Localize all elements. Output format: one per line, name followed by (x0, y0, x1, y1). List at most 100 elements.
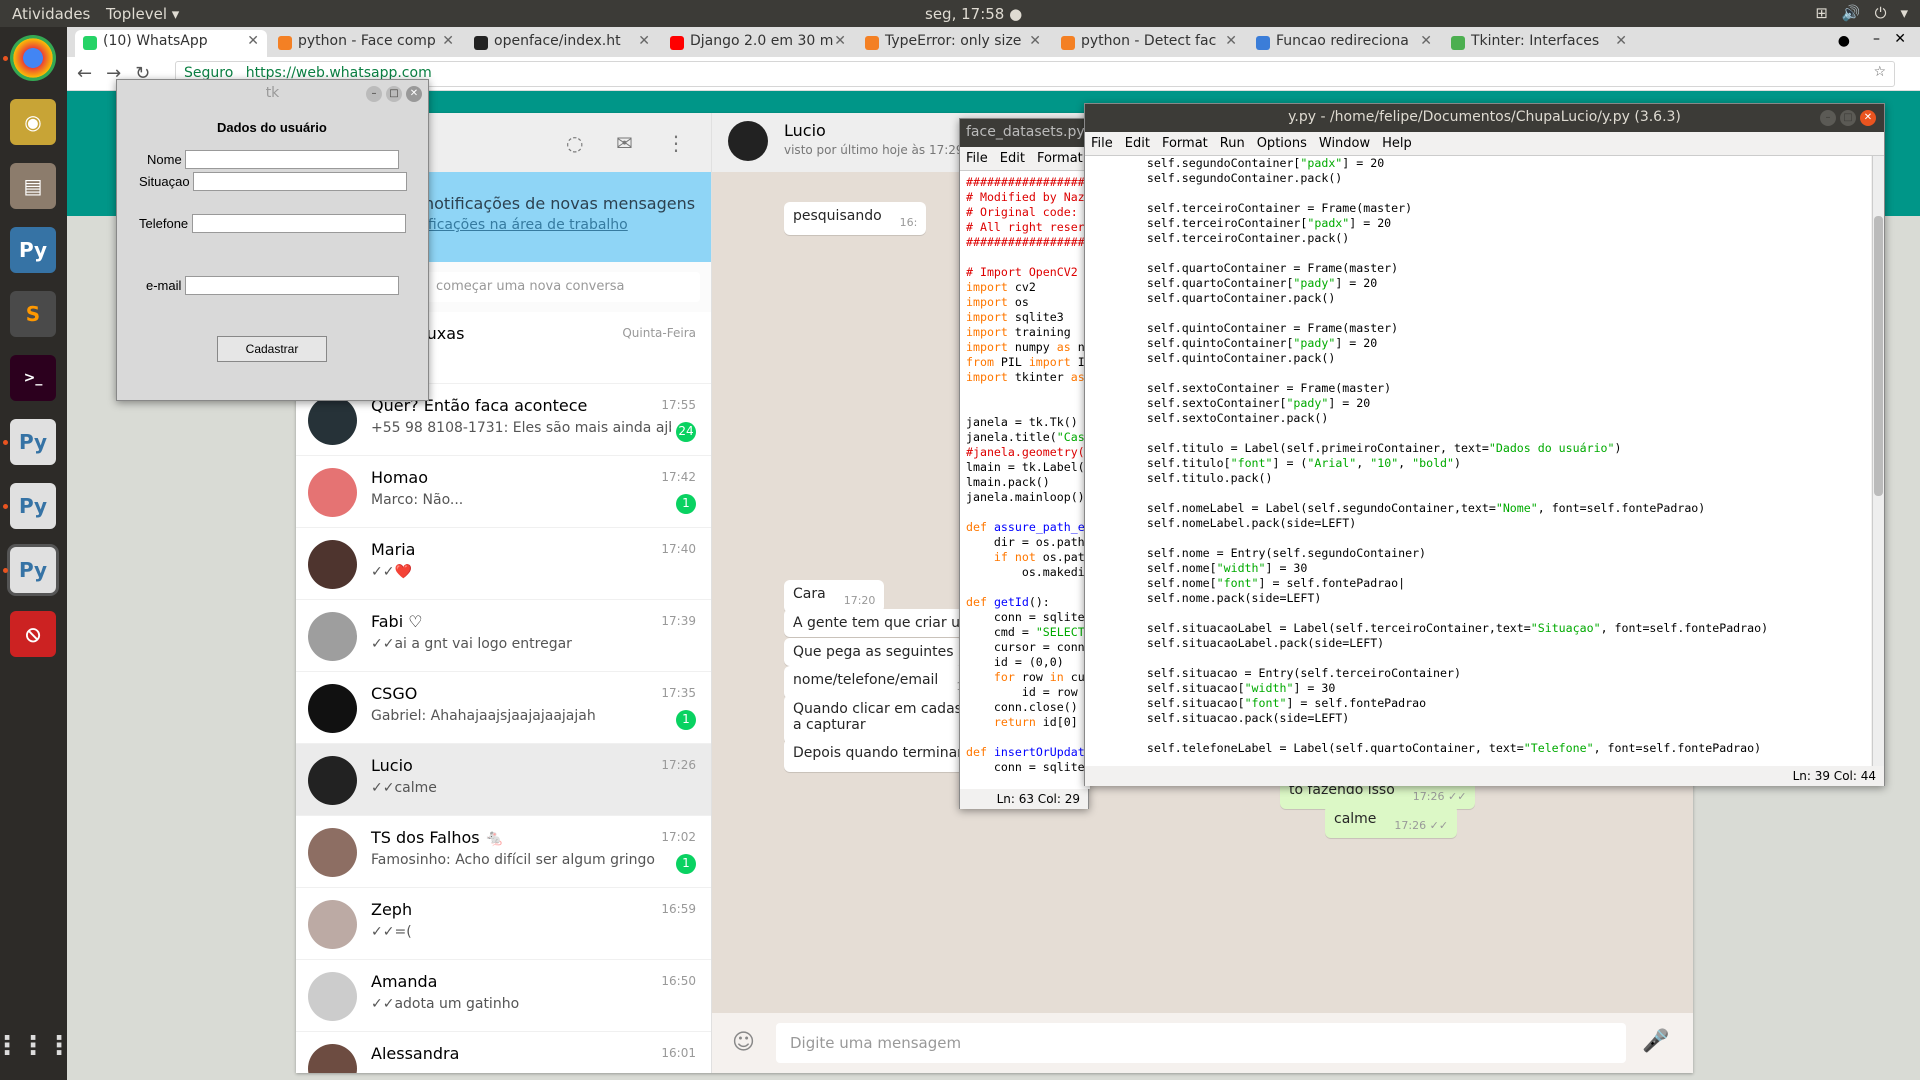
tk-window: tk – □ ✕ Dados do usuário Nome Situaçao … (116, 79, 429, 401)
minimize-icon[interactable]: – (1873, 31, 1880, 47)
chat-time: Quinta-Feira (622, 326, 696, 340)
message-bubble[interactable]: A gente tem que criar u (784, 609, 969, 637)
close-icon[interactable]: ✕ (1225, 33, 1237, 49)
menu-edit[interactable]: Edit (1125, 136, 1150, 151)
close-icon[interactable]: ✕ (406, 86, 422, 102)
code-area[interactable]: ################### # Modified by Naz # … (960, 171, 1090, 789)
activities-button[interactable]: Atividades (12, 5, 90, 23)
close-icon[interactable]: ✕ (638, 33, 650, 49)
editor-titlebar[interactable]: face_datasets.py (960, 119, 1088, 147)
idle-icon[interactable]: Py (10, 547, 56, 593)
nome-field[interactable] (185, 150, 399, 169)
menu-icon[interactable]: ⋮ (666, 131, 686, 155)
chat-item[interactable]: Lucio 17:26 ✓✓calme (296, 744, 711, 816)
sublime-icon[interactable]: S (10, 291, 56, 337)
tab-4[interactable]: TypeError: only size ✕ (857, 30, 1049, 57)
close-icon[interactable]: ✕ (1860, 110, 1876, 126)
tk-titlebar[interactable]: tk – □ ✕ (117, 80, 428, 108)
app-menu[interactable]: Toplevel ▾ (106, 5, 179, 23)
message-time: 17:26 ✓✓ (1412, 790, 1467, 803)
chrome-icon[interactable] (10, 35, 56, 81)
app-grid-icon[interactable]: ⋮⋮⋮ (0, 1023, 72, 1069)
contact-name: Lucio (784, 121, 826, 140)
menu-window[interactable]: Window (1319, 136, 1370, 151)
close-icon[interactable]: ✕ (247, 33, 259, 49)
minimize-icon[interactable]: – (366, 86, 382, 102)
idle-icon[interactable]: Py (10, 483, 56, 529)
terminal-icon[interactable]: >_ (10, 355, 56, 401)
close-icon[interactable]: ✕ (1420, 33, 1432, 49)
chat-preview: Marco: Não... (371, 492, 464, 508)
chat-item[interactable]: Maria 17:40 ✓✓❤️ (296, 528, 711, 600)
chat-item[interactable]: Zeph 16:59 ✓✓=( (296, 888, 711, 960)
code-area[interactable]: self.segundoContainer["padx"] = 20 self.… (1085, 156, 1871, 766)
message-bubble[interactable]: calme 17:26 ✓✓ (1325, 805, 1458, 838)
user-icon[interactable]: ● (1838, 33, 1850, 49)
clock[interactable]: seg, 17:58 ● (925, 5, 1022, 23)
menu-format[interactable]: Format (1162, 136, 1208, 151)
chat-item[interactable]: Fabi ♡ 17:39 ✓✓ai a gnt vai logo entregar (296, 600, 711, 672)
menu-help[interactable]: Help (1382, 136, 1412, 151)
menu-options[interactable]: Options (1257, 136, 1307, 151)
menu-run[interactable]: Run (1220, 136, 1245, 151)
idle-icon[interactable]: Py (10, 419, 56, 465)
no-entry-icon[interactable]: ⦸ (10, 611, 56, 657)
close-icon[interactable]: ✕ (834, 33, 846, 49)
address-bar[interactable]: Seguro https://web.whatsapp.com ☆ (175, 61, 1895, 87)
network-icon[interactable]: ⊞ (1815, 4, 1828, 22)
close-icon[interactable]: ✕ (442, 33, 454, 49)
chat-item[interactable]: Alessandra 16:01 (296, 1032, 711, 1073)
maximize-icon[interactable]: □ (386, 86, 402, 102)
power-icon[interactable]: ⏻ (1875, 4, 1887, 22)
menu-edit[interactable]: Edit (1000, 151, 1025, 166)
message-bubble[interactable]: Que pega as seguintes (784, 638, 963, 666)
favicon-icon (1256, 36, 1270, 50)
tab-3[interactable]: Django 2.0 em 30 m ✕ (662, 30, 854, 57)
maximize-icon[interactable]: □ (1840, 110, 1856, 126)
files-icon[interactable]: ▤ (10, 163, 56, 209)
emoji-icon[interactable]: ☺ (732, 1030, 755, 1055)
minimize-icon[interactable]: – (1820, 110, 1836, 126)
volume-icon[interactable]: 🔊 (1842, 4, 1861, 22)
microphone-icon[interactable]: 🎤 (1642, 1029, 1669, 1054)
python-icon[interactable]: Py (10, 227, 56, 273)
avatar[interactable] (728, 121, 768, 161)
chat-time: 16:50 (661, 974, 696, 988)
notif-link[interactable]: ificações na área de trabalho (424, 217, 711, 233)
scrollbar-thumb[interactable] (1874, 216, 1883, 496)
message-input[interactable]: Digite uma mensagem (776, 1023, 1626, 1063)
tab-6[interactable]: Funcao redireciona ✕ (1248, 30, 1440, 57)
chat-item[interactable]: TS dos Falhos 🐁 17:02 Famosinho: Acho difí… (296, 816, 711, 888)
editor-titlebar[interactable]: y.py - /home/felipe/Documentos/ChupaLuci… (1085, 104, 1884, 132)
chat-item[interactable]: Amanda 16:50 ✓✓adota um gatinho (296, 960, 711, 1032)
favicon-icon (670, 36, 684, 50)
tab-1[interactable]: python - Face comp ✕ (270, 30, 462, 57)
status-icon[interactable]: ◌ (566, 131, 583, 155)
close-icon[interactable]: ✕ (1615, 33, 1627, 49)
tab-2[interactable]: openface/index.ht ✕ (466, 30, 658, 57)
close-icon[interactable]: ✕ (1894, 31, 1906, 47)
scrollbar[interactable] (1872, 156, 1884, 766)
menu-format[interactable]: Format (1037, 151, 1083, 166)
chat-item[interactable]: CSGO 17:35 Gabriel: Ahahajaajsjaajajaajaja… (296, 672, 711, 744)
status-bar: Ln: 63 Col: 29 (960, 789, 1088, 809)
rhythmbox-icon[interactable]: ◉ (10, 99, 56, 145)
email-field[interactable] (185, 276, 399, 295)
tab-0[interactable]: (10) WhatsApp ✕ (75, 30, 267, 57)
tab-7[interactable]: Tkinter: Interfaces ✕ (1443, 30, 1635, 57)
tab-title: openface/index.ht (494, 33, 621, 49)
chevron-down-icon[interactable]: ▾ (1900, 4, 1908, 22)
message-bubble[interactable]: pesquisando 16: (784, 202, 927, 235)
chat-item[interactable]: Homao 17:42 Marco: Não... 1 (296, 456, 711, 528)
close-icon[interactable]: ✕ (1029, 33, 1041, 49)
telefone-field[interactable] (192, 214, 406, 233)
chat-preview: ✓✓=( (371, 924, 412, 940)
cadastrar-button[interactable]: Cadastrar (217, 336, 327, 362)
tab-5[interactable]: python - Detect fac ✕ (1053, 30, 1245, 57)
star-icon[interactable]: ☆ (1873, 64, 1886, 80)
menu-file[interactable]: File (1091, 136, 1113, 151)
situacao-field[interactable] (193, 172, 407, 191)
new-chat-icon[interactable]: ✉ (616, 131, 633, 155)
menu-file[interactable]: File (966, 151, 988, 166)
system-tray[interactable]: ⊞ 🔊 ⏻ ▾ (1815, 4, 1908, 22)
